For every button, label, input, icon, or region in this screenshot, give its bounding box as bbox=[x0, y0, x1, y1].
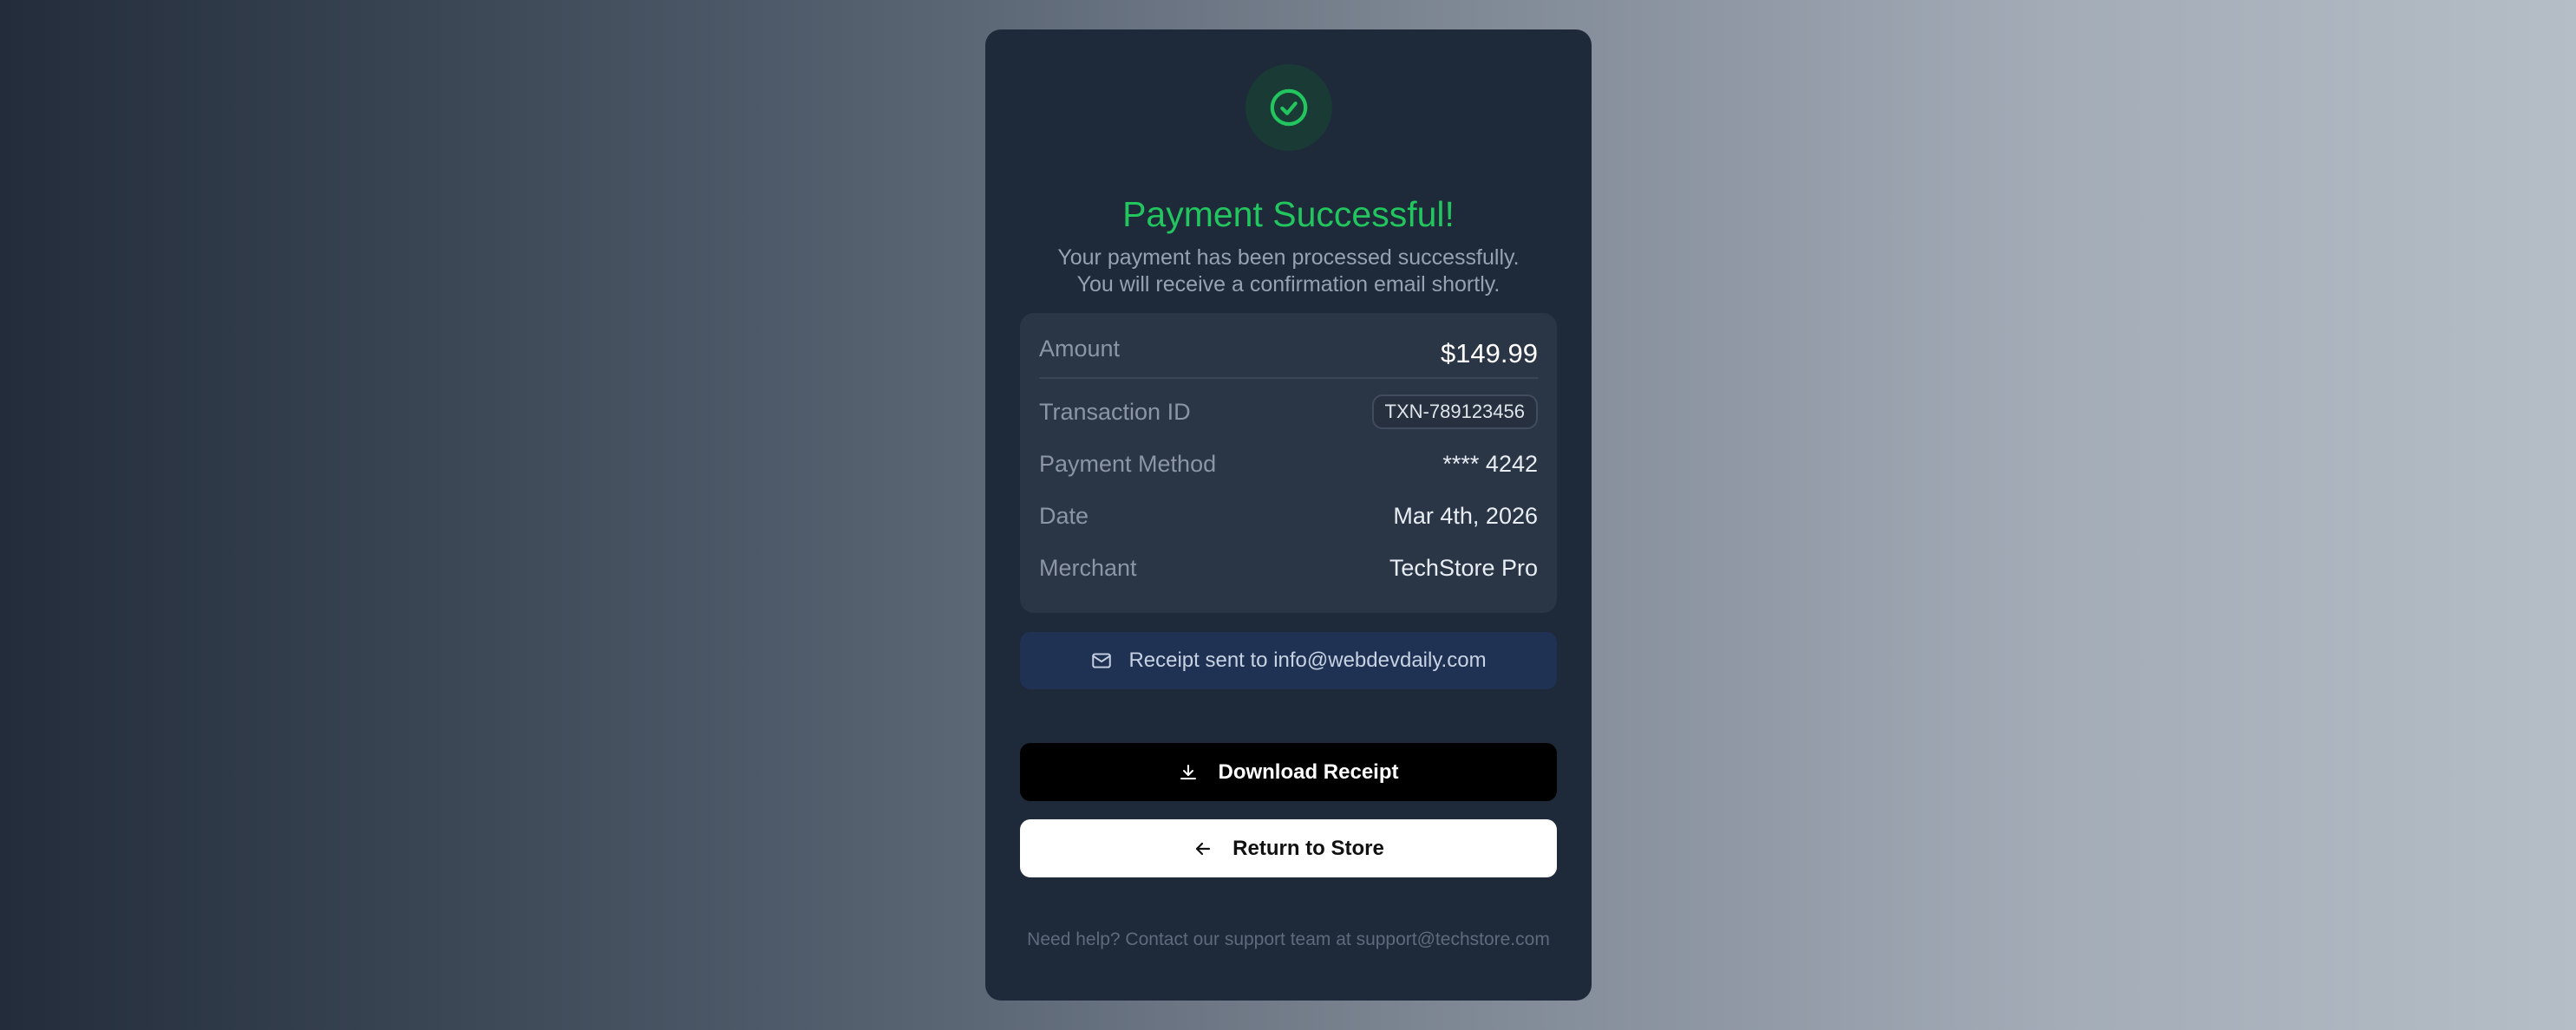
amount-label: Amount bbox=[1039, 336, 1121, 362]
subtitle-line-1: Your payment has been processed successf… bbox=[1057, 245, 1520, 270]
receipt-notice: Receipt sent to info@webdevdaily.com bbox=[1020, 632, 1557, 689]
return-to-store-label: Return to Store bbox=[1232, 836, 1384, 860]
transaction-row: Transaction ID TXN-789123456 bbox=[1039, 386, 1538, 438]
return-to-store-button[interactable]: Return to Store bbox=[1020, 819, 1557, 877]
amount-value: $149.99 bbox=[1440, 338, 1538, 368]
payment-method-row: Payment Method **** 4242 bbox=[1039, 438, 1538, 490]
page-title: Payment Successful! bbox=[1122, 194, 1455, 234]
merchant-value: TechStore Pro bbox=[1389, 554, 1538, 581]
subtitle: Your payment has been processed successf… bbox=[1020, 244, 1557, 298]
download-receipt-label: Download Receipt bbox=[1218, 759, 1399, 784]
receipt-notice-text: Receipt sent to info@webdevdaily.com bbox=[1128, 649, 1487, 672]
transaction-id-badge: TXN-789123456 bbox=[1371, 394, 1538, 429]
help-text: Need help? Contact our support team at s… bbox=[1027, 929, 1550, 949]
download-receipt-button[interactable]: Download Receipt bbox=[1020, 743, 1557, 801]
check-circle-icon bbox=[1269, 88, 1309, 127]
amount-row: Amount $149.99 bbox=[1039, 332, 1538, 379]
date-row: Date Mar 4th, 2026 bbox=[1039, 490, 1538, 542]
date-label: Date bbox=[1039, 502, 1089, 529]
success-badge bbox=[1245, 64, 1332, 151]
subtitle-line-2: You will receive a confirmation email sh… bbox=[1076, 272, 1500, 297]
transaction-label: Transaction ID bbox=[1039, 398, 1191, 425]
download-icon bbox=[1178, 762, 1199, 783]
mail-icon bbox=[1090, 649, 1113, 672]
merchant-label: Merchant bbox=[1039, 554, 1137, 581]
payment-method-label: Payment Method bbox=[1039, 450, 1217, 477]
merchant-row: Merchant TechStore Pro bbox=[1039, 542, 1538, 594]
arrow-left-icon bbox=[1193, 838, 1213, 859]
payment-details: Amount $149.99 Transaction ID TXN-789123… bbox=[1020, 313, 1557, 613]
payment-method-value: **** 4242 bbox=[1442, 450, 1538, 477]
payment-success-card: Payment Successful! Your payment has bee… bbox=[985, 29, 1592, 1001]
date-value: Mar 4th, 2026 bbox=[1393, 502, 1538, 529]
